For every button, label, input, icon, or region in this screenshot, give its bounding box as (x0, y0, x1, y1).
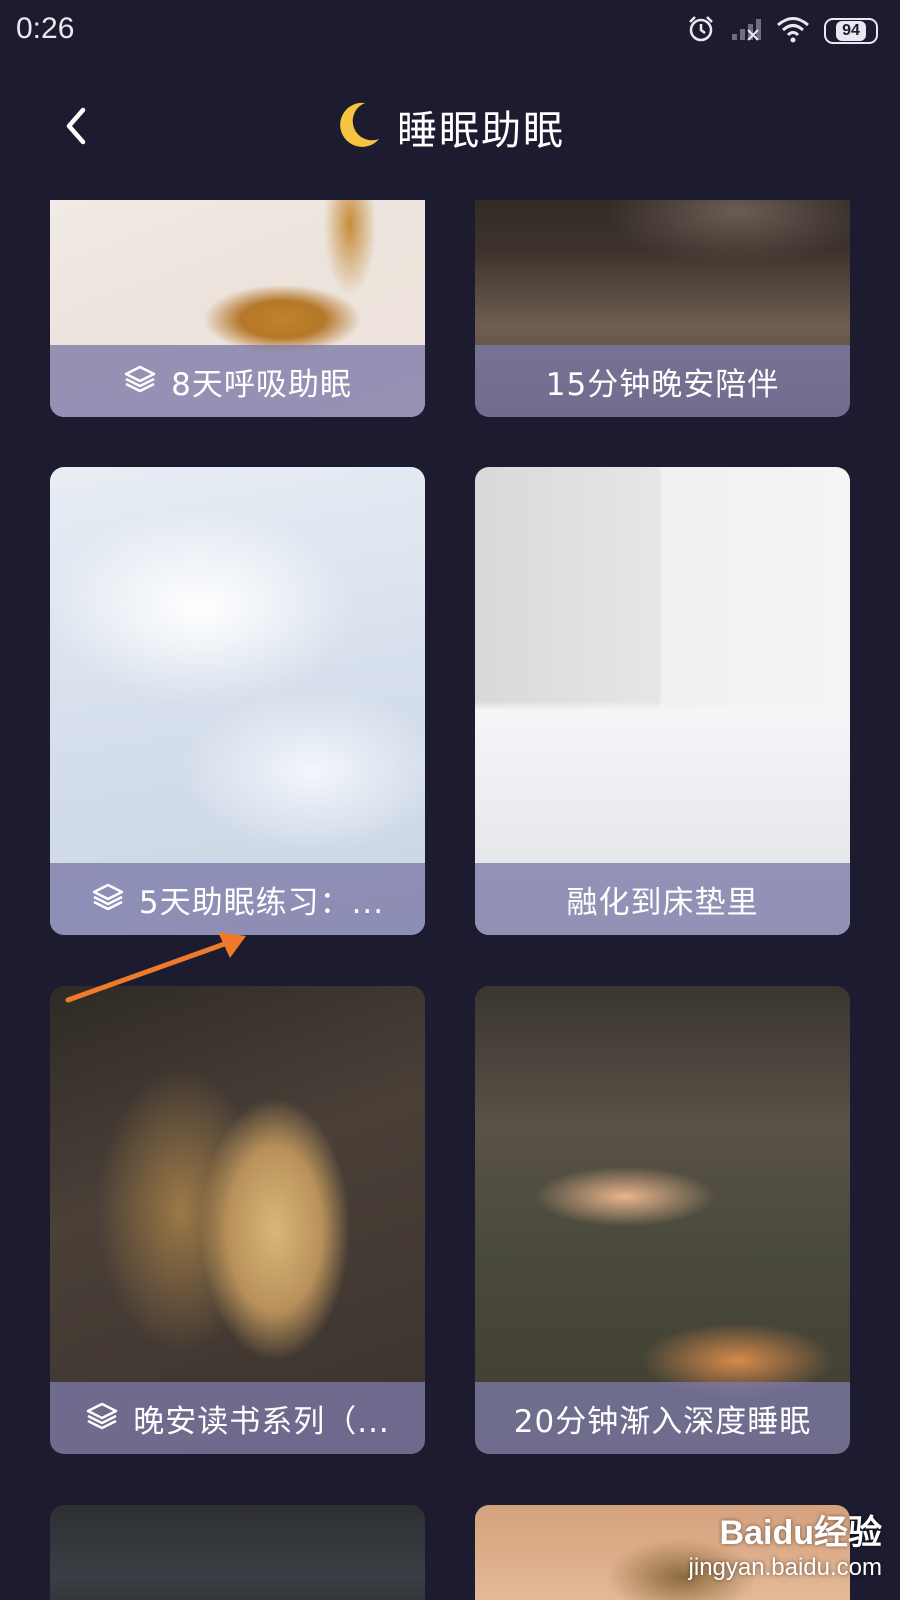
watermark: Baidu经验 jingyan.baidu.com (689, 1505, 882, 1582)
card-partial-left[interactable] (50, 1505, 425, 1600)
watermark-logo: Baidu经验 (719, 1514, 882, 1552)
status-time: 0:26 (16, 12, 75, 45)
card-mattress[interactable]: 融化到床垫里 (475, 467, 850, 935)
layers-icon (123, 364, 157, 398)
card-label: 8天呼吸助眠 (50, 345, 425, 417)
moon-icon (335, 99, 383, 155)
card-reading[interactable]: 晚安读书系列（... (50, 986, 425, 1454)
signal-icon (730, 16, 762, 46)
card-deep-sleep[interactable]: 20分钟渐入深度睡眠 (475, 986, 850, 1454)
card-label: 20分钟渐入深度睡眠 (475, 1382, 850, 1454)
card-title: 15分钟晚安陪伴 (545, 366, 780, 403)
card-label: 融化到床垫里 (475, 863, 850, 935)
layers-icon (91, 882, 125, 916)
annotation-arrow-icon (65, 932, 246, 1003)
header: 睡眠助眠 (0, 64, 900, 200)
card-title: 5天助眠练习：... (138, 884, 385, 921)
card-label: 15分钟晚安陪伴 (475, 345, 850, 417)
watermark-url: jingyan.baidu.com (688, 1554, 882, 1581)
battery-level: 94 (836, 21, 866, 41)
card-title: 融化到床垫里 (566, 884, 759, 921)
card-label: 晚安读书系列（... (50, 1382, 425, 1454)
status-icons: 94 (686, 14, 878, 48)
status-bar: 0:26 94 (0, 0, 900, 64)
title-wrap: 睡眠助眠 (0, 98, 900, 156)
card-title: 20分钟渐入深度睡眠 (513, 1403, 812, 1440)
wifi-icon (776, 15, 810, 47)
card-title: 晚安读书系列（... (133, 1403, 390, 1440)
page-title: 睡眠助眠 (397, 108, 565, 154)
alarm-icon (686, 14, 716, 48)
card-sleep-practice[interactable]: 5天助眠练习：... (50, 467, 425, 935)
card-image (50, 1505, 425, 1600)
battery-icon: 94 (824, 18, 878, 44)
layers-icon (85, 1401, 119, 1435)
card-title: 8天呼吸助眠 (171, 366, 352, 403)
